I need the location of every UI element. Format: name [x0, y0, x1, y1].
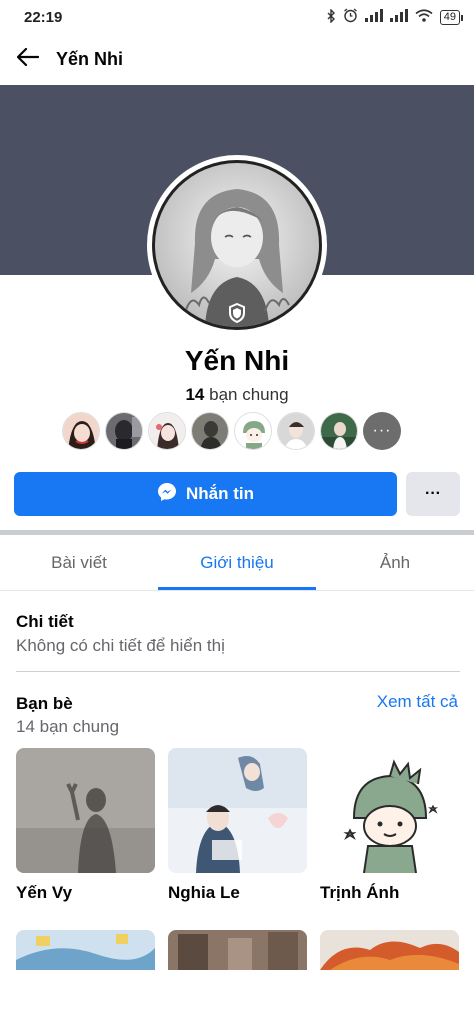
more-options-button[interactable]: ···: [406, 472, 460, 516]
status-time: 22:19: [24, 8, 63, 26]
message-button[interactable]: Nhắn tin: [14, 472, 397, 516]
friend-card-photo[interactable]: [320, 748, 459, 873]
top-app-bar: Yến Nhi: [0, 34, 474, 84]
tab-photos[interactable]: Ảnh: [316, 535, 474, 590]
mutual-friend-avatar[interactable]: [234, 412, 272, 450]
friend-card-photo[interactable]: [168, 930, 307, 970]
profile-tabs: Bài viết Giới thiệu Ảnh: [0, 535, 474, 591]
friend-name[interactable]: Trịnh Ánh: [320, 883, 399, 903]
battery-icon: 49: [439, 9, 464, 25]
mutual-friend-avatar[interactable]: [105, 412, 143, 450]
details-title: Chi tiết: [16, 612, 74, 631]
message-button-label: Nhắn tin: [186, 484, 254, 503]
friend-card-photo[interactable]: [16, 748, 155, 873]
mutual-friend-avatars: ···: [62, 412, 401, 450]
friends-title: Bạn bè: [16, 694, 73, 713]
wifi-icon: [415, 9, 433, 25]
tab-about[interactable]: Giới thiệu: [158, 535, 316, 590]
messenger-icon: [157, 482, 177, 507]
friend-card-photo[interactable]: [168, 748, 307, 873]
mutual-friend-avatar[interactable]: [277, 412, 315, 450]
tab-posts[interactable]: Bài viết: [0, 535, 158, 590]
divider: [16, 671, 460, 672]
status-bar: 22:19 49: [0, 0, 474, 34]
more-mutual-friends-button[interactable]: ···: [363, 412, 401, 450]
arrow-left-icon: [16, 47, 40, 71]
alarm-icon: [343, 8, 358, 26]
status-icons: 49: [326, 7, 464, 26]
mutual-friend-avatar[interactable]: [62, 412, 100, 450]
mutual-friend-avatar[interactable]: [191, 412, 229, 450]
shield-icon: [224, 300, 250, 326]
profile-name: Yến Nhi: [184, 345, 290, 376]
friend-card-photo[interactable]: [16, 930, 155, 970]
signal-icon: [389, 9, 408, 25]
details-empty-text: Không có chi tiết để hiển thị: [16, 636, 225, 655]
back-button[interactable]: [0, 34, 56, 84]
mutual-label: bạn chung: [209, 385, 289, 404]
mutual-friend-avatar[interactable]: [148, 412, 186, 450]
mutual-count: 14: [185, 385, 205, 404]
see-all-friends-link[interactable]: Xem tất cả: [377, 692, 458, 712]
friends-subtitle: 14 bạn chung: [16, 717, 120, 736]
friend-card-photo[interactable]: [320, 930, 459, 970]
friend-name[interactable]: Nghia Le: [168, 883, 240, 903]
signal-icon: [364, 9, 383, 25]
mutual-friends-summary[interactable]: 14 bạn chung: [0, 385, 474, 405]
header-title: Yến Nhi: [56, 48, 124, 69]
mutual-friend-avatar[interactable]: [320, 412, 358, 450]
bluetooth-icon: [326, 7, 336, 26]
friend-name[interactable]: Yến Vy: [16, 883, 72, 903]
